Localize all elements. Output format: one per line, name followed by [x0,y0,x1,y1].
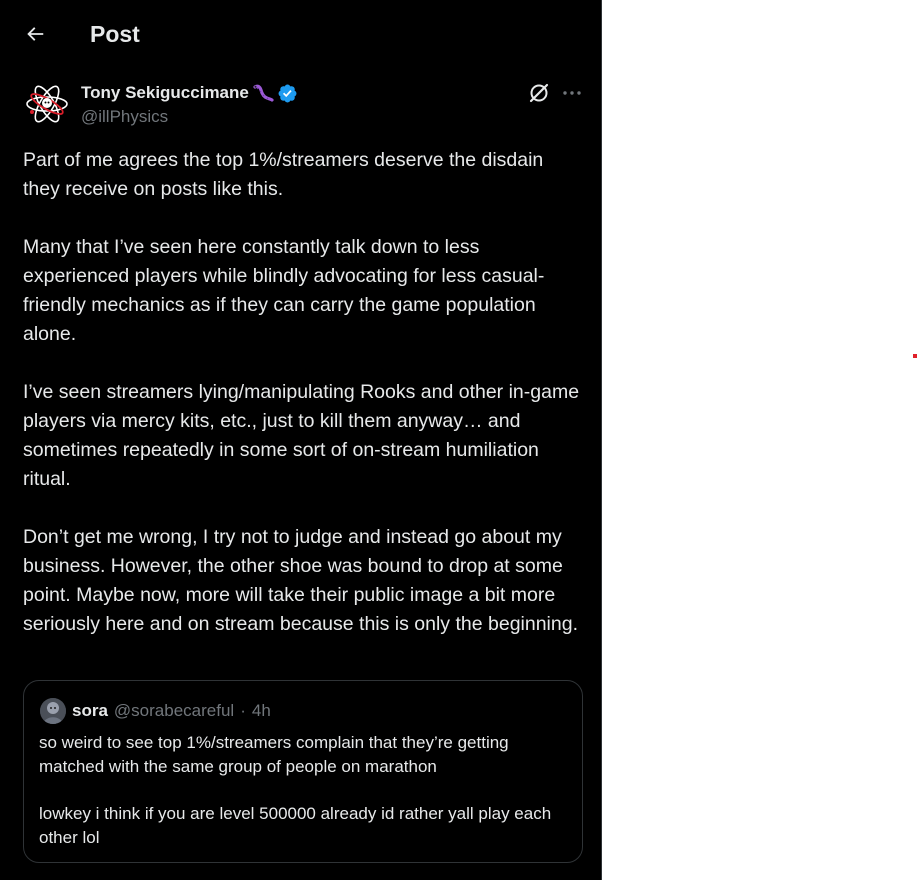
quoted-post[interactable]: sora @sorabecareful · 4h so weird to see… [23,680,583,863]
red-dot-marker [913,354,917,358]
author-name-text: Tony Sekiguccimane [81,83,249,102]
post-paragraph: Don’t get me wrong, I try not to judge a… [23,526,578,635]
worm-emoji [253,84,274,102]
grok-icon [529,83,549,103]
quoted-author-name: sora [72,701,108,720]
post-panel: Post Tony Sekiguccimane @illPhysics Part… [0,0,602,880]
quoted-author-handle: @sorabecareful [113,701,235,720]
quoted-post-body: so weird to see top 1%/streamers complai… [39,731,569,873]
post-paragraph: I’ve seen streamers lying/manipulating R… [23,381,580,490]
arrow-left-icon [27,27,44,41]
author-avatar[interactable] [23,80,71,128]
quoted-post-header: sora @sorabecareful · 4h [40,698,271,724]
post-body: Part of me agrees the top 1%/streamers d… [23,146,583,668]
quoted-separator: · [240,701,246,720]
quoted-timestamp: 4h [251,701,271,720]
author-handle[interactable]: @illPhysics [81,106,168,128]
post-header: Post [0,0,600,70]
quoted-paragraph: lowkey i think if you are level 500000 a… [39,804,552,847]
verified-badge-icon [278,84,297,102]
post-paragraph: Many that I’ve seen here constantly talk… [23,236,545,345]
quoted-author-avatar [40,698,66,724]
quoted-paragraph: so weird to see top 1%/streamers complai… [39,733,509,776]
back-button[interactable] [18,17,52,51]
more-horizontal-icon [563,91,581,95]
post-paragraph: Part of me agrees the top 1%/streamers d… [23,149,544,200]
more-button[interactable] [560,81,584,105]
page-title: Post [90,21,140,47]
grok-button[interactable] [527,81,551,105]
author-name[interactable]: Tony Sekiguccimane [81,82,298,104]
